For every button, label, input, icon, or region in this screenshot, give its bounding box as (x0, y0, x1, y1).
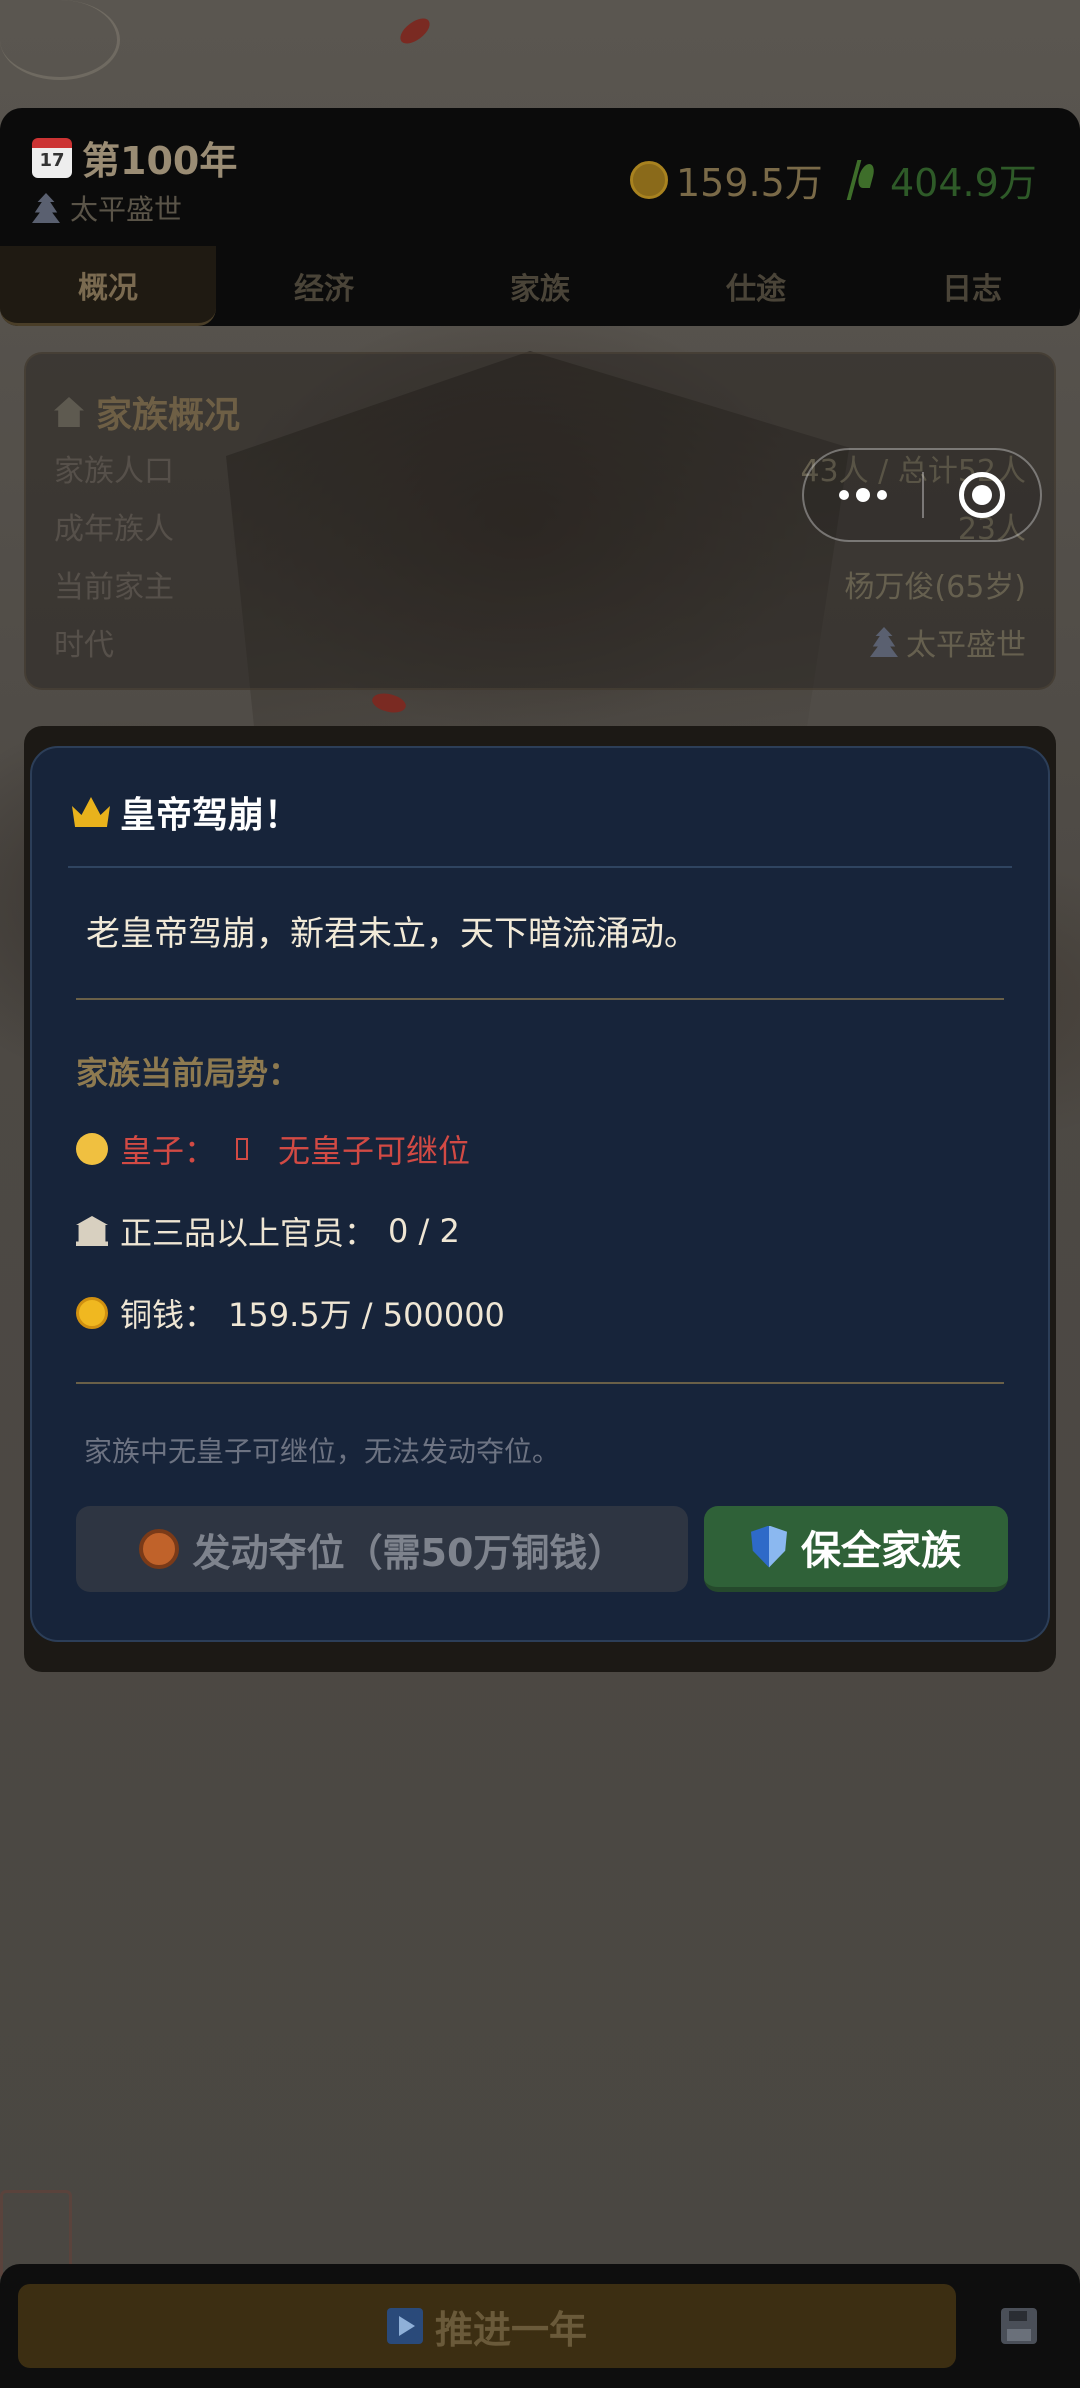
overview-row-era: 时代 太平盛世 (54, 627, 1026, 663)
lion-icon (138, 1529, 179, 1569)
emperor-death-dialog: 皇帝驾崩！ 老皇帝驾崩，新君未立，天下暗流涌动。 家族当前局势： 皇子： 无皇子… (30, 746, 1050, 1642)
tab-career[interactable]: 仕途 (648, 246, 864, 326)
top-header: 17 第100年 太平盛世 159.5万 404.9万 (0, 108, 1080, 246)
tab-family[interactable]: 家族 (432, 246, 648, 326)
copper-resource: 159.5万 (630, 152, 823, 207)
usurp-throne-button[interactable]: 发动夺位（需50万铜钱） (76, 1506, 688, 1592)
play-icon (386, 2308, 423, 2344)
divider (76, 1382, 1004, 1384)
floppy-icon (1001, 2308, 1037, 2344)
grain-resource: 404.9万 (846, 152, 1037, 207)
copper-status: 铜钱： 159.5万 / 500000 (76, 1290, 505, 1336)
tab-bar: 概况 经济 家族 仕途 日志 (0, 246, 1080, 326)
coin-icon (630, 160, 668, 199)
baby-icon (76, 1133, 108, 1165)
coin-icon (76, 1297, 108, 1329)
situation-heading: 家族当前局势： (76, 1054, 301, 1092)
missing-glyph (236, 1138, 249, 1160)
era-display: 太平盛世 (32, 188, 182, 228)
dialog-title: 皇帝驾崩！ (72, 786, 300, 838)
advance-year-button[interactable]: 推进一年 (18, 2284, 956, 2368)
crown-icon (72, 797, 110, 827)
copper-value: 159.5万 (676, 161, 823, 205)
bottom-bar: 推进一年 (0, 2264, 1080, 2388)
grain-value: 404.9万 (890, 161, 1037, 205)
more-icon[interactable] (804, 488, 922, 502)
bank-icon (76, 1216, 108, 1246)
tab-log[interactable]: 日志 (864, 246, 1080, 326)
officials-status: 正三品以上官员： 0 / 2 (76, 1208, 460, 1254)
cloud-decoration (0, 0, 120, 80)
dialog-message: 老皇帝驾崩，新君未立，天下暗流涌动。 (86, 914, 698, 954)
grain-icon (846, 159, 888, 200)
tab-overview[interactable]: 概况 (0, 246, 216, 326)
dialog-note: 家族中无皇子可继位，无法发动夺位。 (84, 1435, 561, 1468)
calendar-icon: 17 (32, 137, 72, 178)
overview-title: 家族概况 (54, 386, 240, 438)
shield-icon (751, 1525, 787, 1568)
miniprogram-capsule (802, 448, 1042, 542)
divider (76, 998, 1004, 1000)
pagoda-icon (32, 193, 60, 223)
house-icon (54, 397, 84, 427)
divider (68, 866, 1012, 868)
protect-family-button[interactable]: 保全家族 (704, 1506, 1008, 1592)
year-display: 17 第100年 (32, 130, 237, 185)
prince-status: 皇子： 无皇子可继位 (76, 1126, 470, 1172)
year-title: 第100年 (82, 139, 238, 183)
pagoda-icon (870, 627, 898, 657)
tab-economy[interactable]: 经济 (216, 246, 432, 326)
overview-row-patriarch: 当前家主 杨万俊(65岁) (54, 570, 1026, 605)
era-label: 太平盛世 (70, 193, 183, 226)
save-button[interactable] (976, 2284, 1062, 2368)
close-icon[interactable] (924, 472, 1040, 518)
